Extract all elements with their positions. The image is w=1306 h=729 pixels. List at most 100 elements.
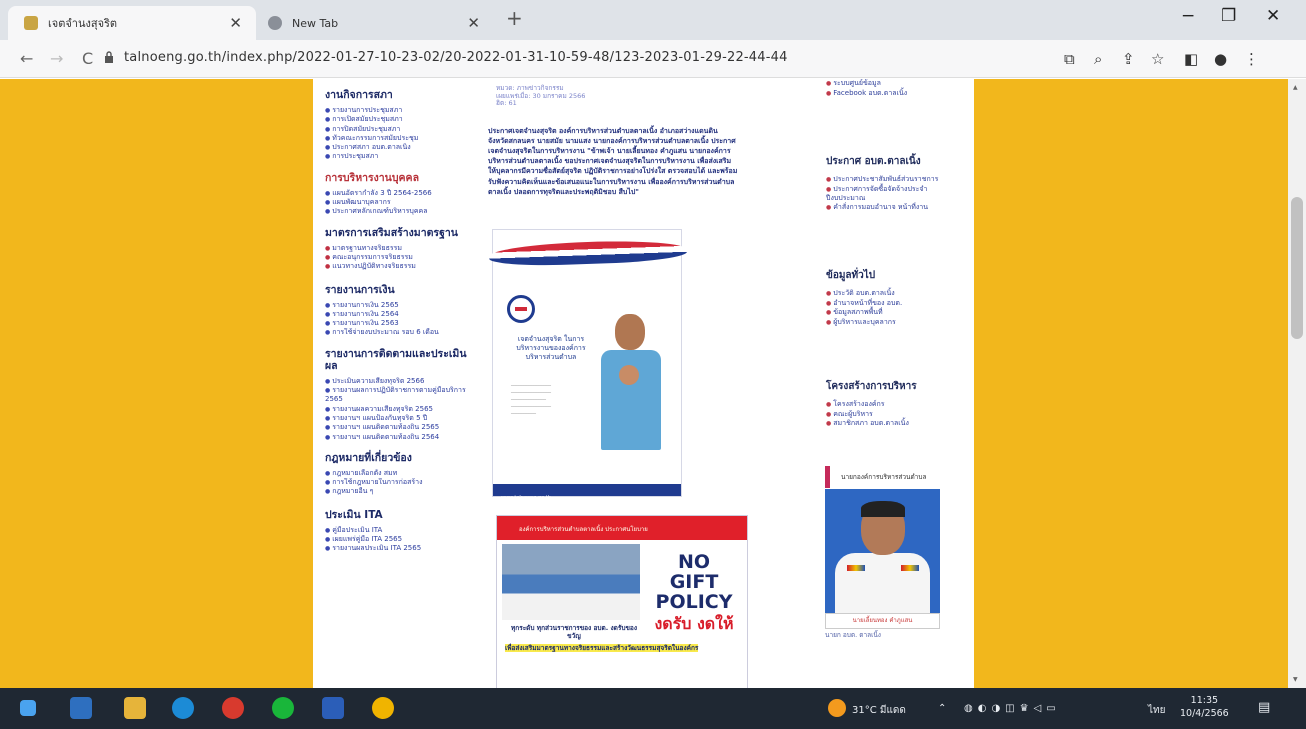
sidebar-link[interactable]: ระบบศูนย์ข้อมูล [826,79,966,89]
chrome-icon[interactable] [222,697,244,719]
word-icon[interactable] [322,697,344,719]
section-heading: รายงานการเงิน [325,283,395,296]
new-tab-button[interactable]: + [506,6,523,30]
sidebar-link[interactable]: รายงานฯ แผนติดตามท้องถิ่น 2564 [325,433,475,442]
url-input[interactable]: talnoeng.go.th/index.php/2022-01-27-10-2… [124,50,788,65]
translate-icon[interactable]: ⧉ [1064,50,1075,68]
lock-icon[interactable] [104,51,114,63]
sidebar-link[interactable]: คณะผู้บริหาร [826,410,966,420]
web-page: งานกิจการสภา รายงานการประชุมสภา การเปิดส… [0,79,1306,688]
notifications-icon[interactable]: ▤ [1258,700,1270,715]
sidebar-link[interactable]: ประกาศการจัดซื้อจัดจ้างประจำปีงบประมาณ [826,185,966,203]
sidebar-link[interactable]: รายงานการประชุมสภา [325,106,475,115]
sidebar-link[interactable]: ประวัติ อบต.ตาลเนิ้ง [826,289,966,299]
sidebar-link[interactable]: ประกาศหลักเกณฑ์บริหารบุคคล [325,207,475,216]
mayor-portrait-image[interactable]: นายเลี้ยนทอง คำภูแสน [825,489,940,629]
sidebar-link[interactable]: กฎหมายเลือกตั้ง สมท [325,469,475,478]
line-icon[interactable] [272,697,294,719]
sidebar-link[interactable]: เผยแพร่คู่มือ ITA 2565 [325,535,475,544]
scrollbar-thumb[interactable] [1291,197,1303,339]
sidebar-link[interactable]: การปิดสมัยประชุมสภา [325,125,475,134]
clock-date: 10/4/2566 [1180,708,1229,719]
medal-ribbon [901,565,919,571]
sidebar-link[interactable]: โครงสร้างองค์กร [826,400,966,410]
highlight-text: เพื่อส่งเสริมมาตรฐานทางจริยธรรมและสร้างว… [505,644,699,652]
emblem-icon [507,295,535,323]
tab-close-icon[interactable]: ✕ [467,14,480,32]
sidebar-link[interactable]: รายงานผลความเสี่ยงทุจริต 2565 [325,405,475,414]
sidebar-icon[interactable]: ◧ [1184,50,1198,68]
section-heading: ประเมิน ITA [325,508,383,521]
headline-gift: GIFT [669,571,719,593]
maximize-button[interactable]: ❐ [1221,6,1236,26]
sidebar-link[interactable]: รายงานฯ แผนติดตามท้องถิ่น 2565 [325,423,475,432]
weather-icon[interactable] [828,699,846,717]
address-bar: ← → C talnoeng.go.th/index.php/2022-01-2… [0,40,1306,78]
edge-icon[interactable] [172,697,194,719]
sidebar-link[interactable]: การใช้จ่ายงบประมาณ รอบ 6 เดือน [325,328,475,337]
poster-footer: www.talnoeng.go.th [493,484,681,501]
sidebar-link[interactable]: รายงานผลประเมิน ITA 2565 [325,544,475,553]
sidebar-link[interactable]: กฎหมายอื่น ๆ [325,487,475,496]
tray-expand-icon[interactable]: ⌃ [938,703,946,714]
sidebar-link[interactable]: รายงานการเงิน 2565 [325,301,475,310]
sidebar-link[interactable]: ทั่วคณะกรรมการสมัยประชุม [325,134,475,143]
sidebar-link[interactable]: คณะอนุกรรมการจริยธรรม [325,253,475,262]
system-clock[interactable]: 11:35 10/4/2566 [1180,694,1229,720]
sidebar-link[interactable]: รายงานการเงิน 2564 [325,310,475,319]
section-heading: ข้อมูลทั่วไป [826,270,876,281]
sidebar-link[interactable]: ประกาศสภา อบต.ตาลเนิ้ง [325,143,475,152]
sidebar-link[interactable]: แนวทางปฏิบัติทางจริยธรรม [325,262,475,271]
input-language[interactable]: ไทย [1148,703,1165,718]
thai-flag-ribbon [488,238,688,268]
chrome-icon[interactable] [372,697,394,719]
no-gift-policy-headline: NO GIFT POLICY [649,552,739,612]
forward-button[interactable]: → [50,49,63,68]
sidebar-link[interactable]: การเปิดสมัยประชุมสภา [325,115,475,124]
sidebar-link[interactable]: มาตรฐานทางจริยธรรม [325,244,475,253]
sidebar-link[interactable]: ผู้บริหารและบุคลากร [826,318,966,328]
intent-poster-image[interactable]: เจตจำนงสุจริต ในการบริหารงานขององค์การบร… [488,229,688,501]
new-tab-favicon-icon [268,16,282,30]
tab-new[interactable]: New Tab ✕ [258,6,494,40]
tray-icons[interactable]: ◍◐◑◫♛◁▭ [964,703,1061,714]
profile-icon[interactable]: ● [1214,50,1227,68]
reload-button[interactable]: C [82,49,93,68]
menu-icon[interactable]: ⋮ [1244,50,1259,68]
back-button[interactable]: ← [20,49,33,68]
sidebar-link[interactable]: ประกาศประชาสัมพันธ์ส่วนราชการ [826,175,966,185]
sidebar-link[interactable]: รายงานการเงิน 2563 [325,319,475,328]
tab-close-icon[interactable]: ✕ [229,14,242,32]
scroll-up-arrow-icon[interactable]: ▲ [1293,84,1298,91]
file-explorer-icon[interactable] [124,697,146,719]
sidebar-link[interactable]: การประชุมสภา [325,152,475,161]
section-heading: ประกาศ อบต.ตาลเนิ้ง [826,156,921,167]
share-icon[interactable]: ⇪ [1122,50,1135,68]
sidebar-link[interactable]: Facebook อบต.ตาลเนิ้ง [826,89,966,99]
zoom-icon[interactable]: ⌕ [1094,50,1102,68]
scroll-down-arrow-icon[interactable]: ▼ [1293,676,1298,683]
section-heading: โครงสร้างการบริหาร [826,381,917,392]
no-gift-policy-poster-image[interactable]: องค์การบริหารส่วนตำบลตาลเนิ้ง ประกาศนโยบ… [496,515,748,688]
sidebar-link[interactable]: สมาชิกสภา อบต.ตาลเนิ้ง [826,419,966,429]
close-window-button[interactable]: ✕ [1266,6,1280,26]
mail-icon[interactable] [70,697,92,719]
sidebar-link[interactable]: รายงานฯ แผนป้องกันทุจริต 5 ปี [325,414,475,423]
sidebar-link[interactable]: คู่มือประเมิน ITA [325,526,475,535]
tab-active[interactable]: เจตจำนงสุจริต ✕ [8,6,256,40]
page-scrollbar[interactable]: ▲ ▼ [1288,79,1306,688]
windows-start-icon[interactable] [20,700,36,716]
poster-title: เจตจำนงสุจริต ในการบริหารงานขององค์การบร… [516,335,586,361]
sidebar-link[interactable]: ข้อมูลสภาพพื้นที่ [826,308,966,318]
sidebar-link[interactable]: คำสั่งการมอบอำนาจ หน้าที่งาน [826,203,966,213]
bookmark-star-icon[interactable]: ☆ [1151,50,1164,68]
sidebar-link[interactable]: แผนอัตรากำลัง 3 ปี 2564-2566 [325,189,475,198]
sidebar-link[interactable]: รายงานผลการปฏิบัติราชการตามคู่มือบริการ … [325,386,475,405]
sidebar-link[interactable]: แผนพัฒนาบุคลากร [325,198,475,207]
section-heading: รายงานการติดตามและประเมินผล [325,347,467,372]
minimize-button[interactable]: − [1181,6,1195,26]
sidebar-link[interactable]: อำนาจหน้าที่ของ อบต. [826,299,966,309]
weather-text[interactable]: 31°C มีแดด [852,703,906,718]
sidebar-link[interactable]: ประเมินความเสี่ยงทุจริต 2566 [325,377,475,386]
sidebar-link[interactable]: การใช้กฎหมายในการก่อสร้าง [325,478,475,487]
